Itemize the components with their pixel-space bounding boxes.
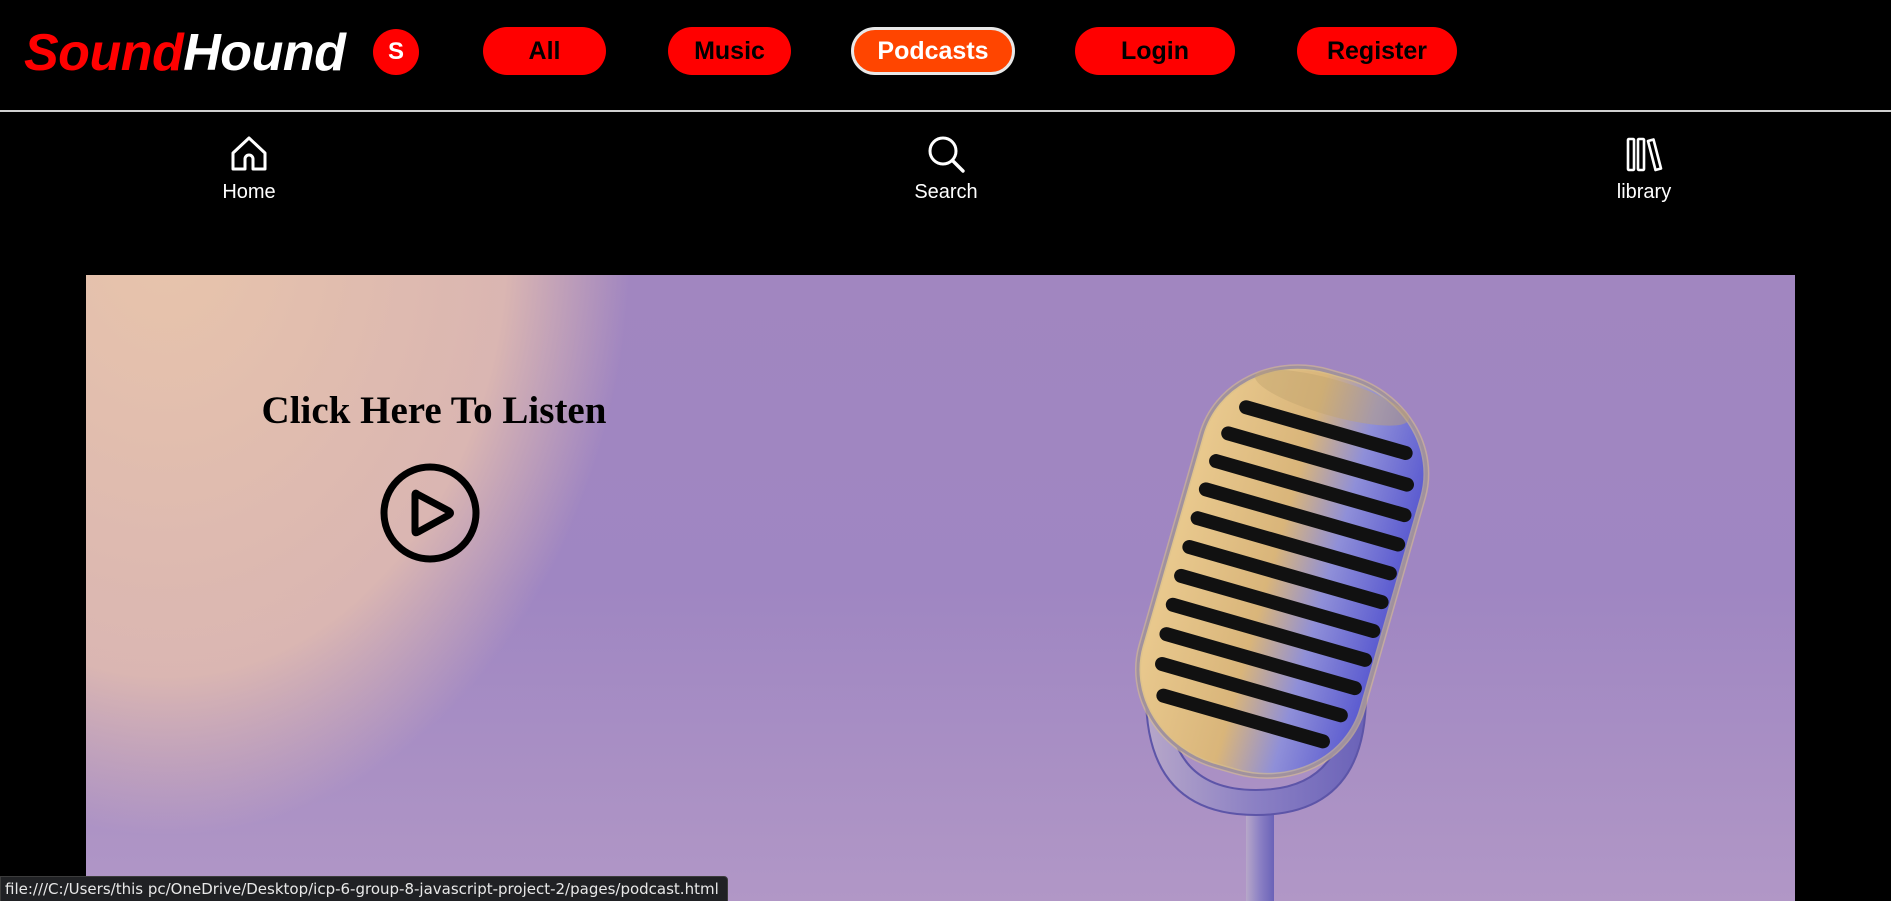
nav-item-search-label: Search <box>914 181 978 203</box>
register-button[interactable]: Register <box>1297 27 1457 75</box>
hero-title: Click Here To Listen <box>261 389 607 432</box>
brand-logo-part1: Sound <box>24 24 184 82</box>
play-circle-icon[interactable] <box>379 462 481 564</box>
user-avatar[interactable]: S <box>373 29 419 75</box>
hero-banner: Click Here To Listen <box>86 275 1795 901</box>
top-header: SoundHound S All Music Podcasts Login Re… <box>0 0 1891 112</box>
microphone-image <box>1134 364 1430 901</box>
brand-logo-part2: Hound <box>183 24 346 82</box>
all-button[interactable]: All <box>483 27 606 75</box>
nav-item-search[interactable]: Search <box>866 134 1026 204</box>
page: SoundHound S All Music Podcasts Login Re… <box>0 0 1891 901</box>
nav-item-library-label: library <box>1616 181 1672 203</box>
status-bar-url: file:///C:/Users/this pc/OneDrive/Deskto… <box>0 876 728 901</box>
nav-item-home[interactable]: Home <box>169 134 329 204</box>
nav-item-library[interactable]: library <box>1564 134 1724 204</box>
login-button[interactable]: Login <box>1075 27 1235 75</box>
brand-logo[interactable]: SoundHound <box>24 22 346 84</box>
search-icon <box>928 136 965 173</box>
home-icon <box>231 136 267 171</box>
podcasts-button[interactable]: Podcasts <box>851 27 1015 75</box>
nav-item-home-label: Home <box>222 181 276 203</box>
library-icon <box>1626 137 1663 172</box>
music-button[interactable]: Music <box>668 27 791 75</box>
